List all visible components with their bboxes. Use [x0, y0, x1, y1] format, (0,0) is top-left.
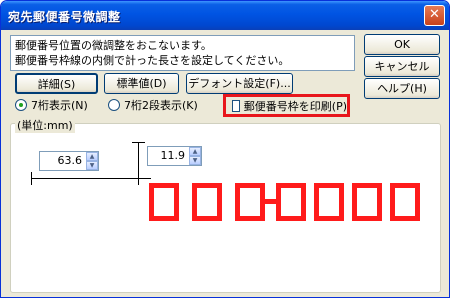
- print-frame-checkbox[interactable]: 郵便番号枠を印刷(P): [223, 94, 350, 117]
- horizontal-offset-value[interactable]: 63.6: [40, 152, 86, 170]
- font-settings-button[interactable]: デフォント設定(F)...: [186, 73, 293, 94]
- print-frame-label: 郵便番号枠を印刷(P): [243, 99, 347, 113]
- postal-box-2: [192, 183, 222, 221]
- radio-seven-digit-two-rows-label: 7桁2段表示(K): [124, 99, 198, 112]
- description-line-2: 郵便番号枠線の内側で計った長さを設定してください。: [15, 54, 290, 67]
- vertical-dimension-line: [138, 142, 139, 185]
- radio-unchecked-icon[interactable]: [108, 99, 120, 111]
- window-title: 宛先郵便番号微調整: [8, 10, 121, 24]
- postal-box-1: [149, 183, 179, 221]
- postal-box-6: [352, 183, 382, 221]
- horizontal-dimension-left-tick: [31, 172, 32, 185]
- horizontal-dimension-line: [31, 178, 151, 179]
- spin-up-icon[interactable]: ▲: [86, 152, 98, 161]
- postal-box-4: [276, 183, 306, 221]
- help-button[interactable]: ヘルプ(H): [364, 78, 440, 99]
- radio-seven-digit-two-rows[interactable]: 7桁2段表示(K): [108, 98, 198, 112]
- vertical-offset-value[interactable]: 11.9: [148, 147, 189, 165]
- title-bar: 宛先郵便番号微調整 ✕: [1, 1, 449, 30]
- description-box: 郵便番号位置の微調整をおこないます。 郵便番号枠線の内側で計った長さを設定してく…: [10, 35, 355, 71]
- horizontal-offset-spinner[interactable]: 63.6 ▲ ▼: [39, 151, 99, 171]
- ok-button[interactable]: OK: [364, 34, 440, 55]
- vertical-offset-spinner[interactable]: 11.9 ▲ ▼: [147, 146, 202, 166]
- detail-button[interactable]: 詳細(S): [15, 73, 98, 94]
- standard-button[interactable]: 標準値(D): [104, 73, 179, 94]
- spin-down-icon[interactable]: ▼: [189, 156, 201, 165]
- radio-seven-digit-label: 7桁表示(N): [31, 99, 88, 112]
- radio-seven-digit[interactable]: 7桁表示(N): [15, 98, 88, 112]
- postal-box-7: [390, 183, 420, 221]
- close-button[interactable]: ✕: [424, 5, 445, 26]
- vertical-dimension-top-tick: [132, 142, 145, 143]
- radio-checked-icon[interactable]: [15, 99, 27, 111]
- postal-box-5: [314, 183, 344, 221]
- description-line-1: 郵便番号位置の微調整をおこないます。: [15, 39, 212, 52]
- unit-label: (単位:mm): [15, 117, 75, 133]
- cancel-button[interactable]: キャンセル: [364, 56, 440, 77]
- checkbox-icon[interactable]: [232, 99, 240, 112]
- spin-up-icon[interactable]: ▲: [189, 147, 201, 156]
- dialog-window: 宛先郵便番号微調整 ✕ 郵便番号位置の微調整をおこないます。 郵便番号枠線の内側…: [0, 0, 450, 298]
- postal-box-3: [235, 183, 265, 221]
- spin-down-icon[interactable]: ▼: [86, 161, 98, 170]
